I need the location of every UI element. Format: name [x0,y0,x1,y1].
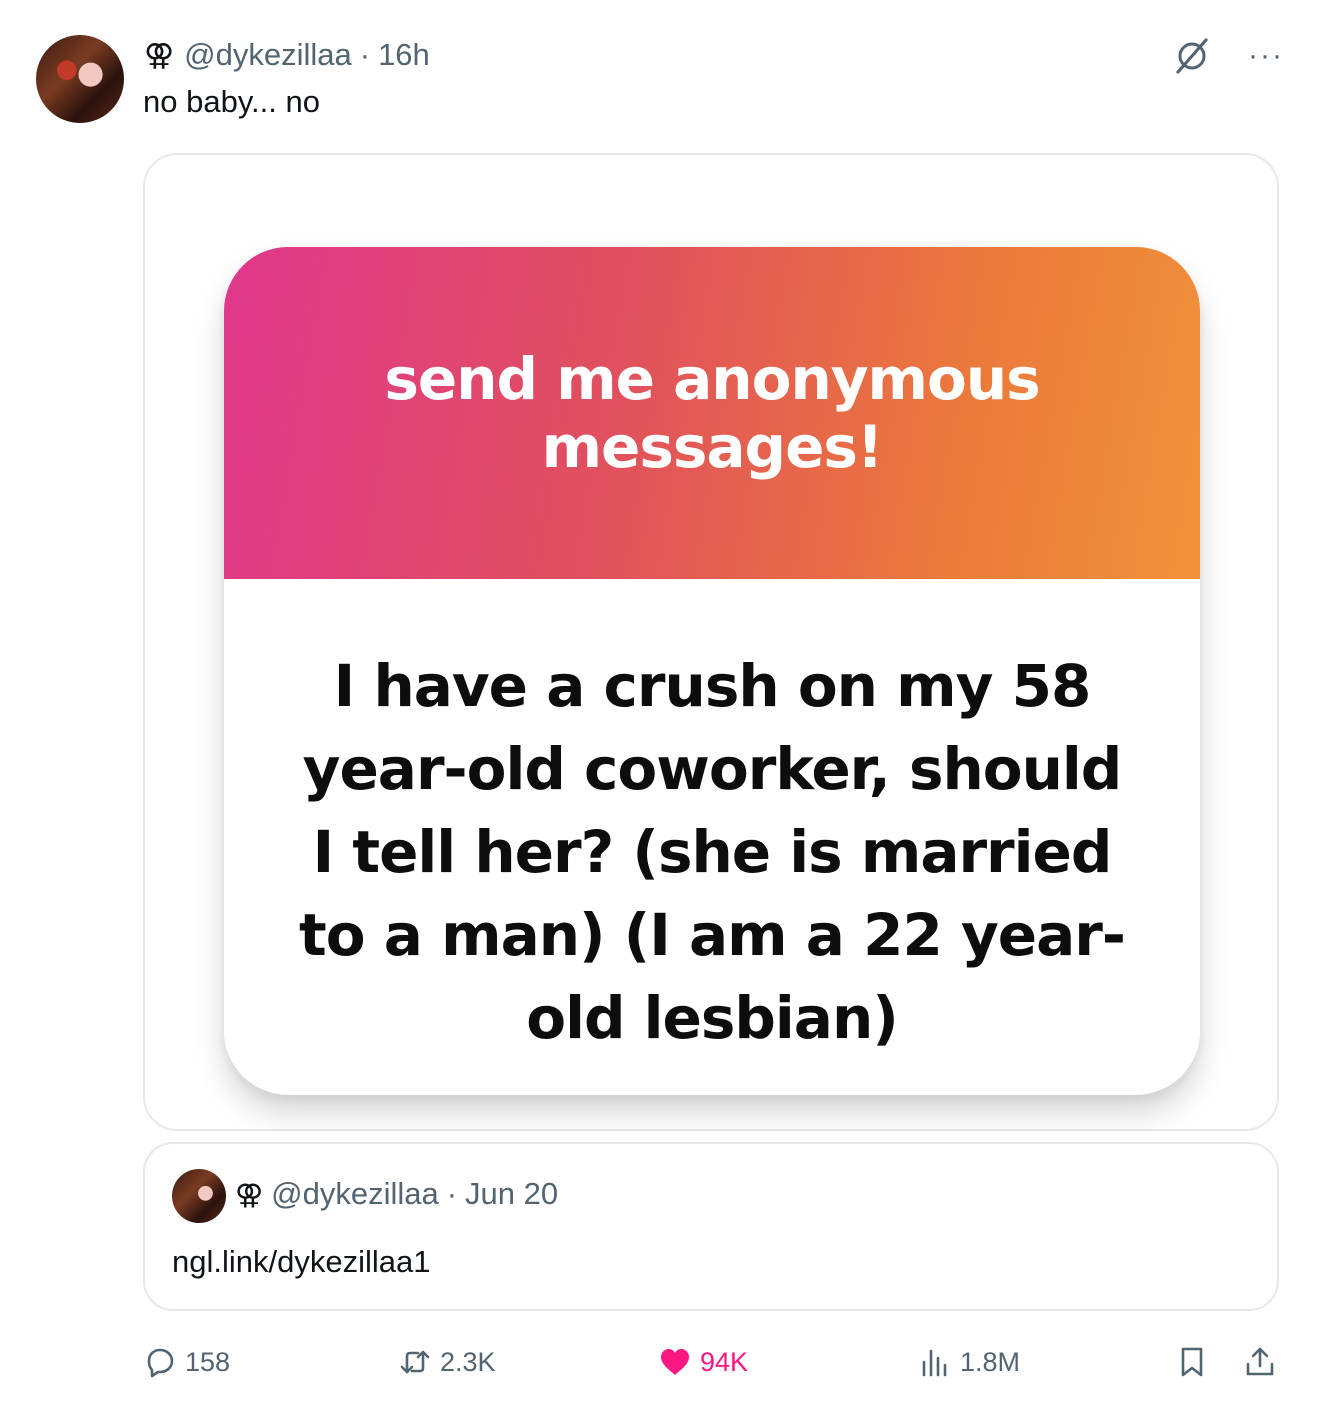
quote-header: ⚢ @dykezillaa · Jun 20 [235,1176,558,1212]
grok-icon[interactable] [1172,36,1212,76]
repost-icon [400,1350,430,1374]
quote-avatar[interactable] [172,1169,226,1223]
separator-dot: · [359,37,371,72]
bookmark-button[interactable] [1175,1340,1209,1384]
ngl-message-text: I have a crush on my 58 year-old coworke… [299,652,1126,1052]
share-button[interactable] [1243,1340,1277,1384]
like-button[interactable]: 94K [658,1340,748,1384]
heart-icon [661,1349,689,1375]
share-icon [1246,1347,1274,1376]
like-count: 94K [700,1346,749,1377]
tweet-header: ⚢ @dykezillaa · 16h [144,34,430,76]
tweet[interactable]: ⚢ @dykezillaa · 16h ··· no baby... no se… [0,0,1324,1416]
tweet-text: no baby... no [143,84,320,119]
views-button[interactable]: 1.8M [918,1340,1020,1384]
repost-button[interactable]: 2.3K [398,1340,496,1384]
quote-author-handle[interactable]: @dykezillaa [271,1176,439,1212]
reply-count: 158 [185,1346,231,1377]
quote-date[interactable]: Jun 20 [465,1176,558,1212]
separator-dot: · [446,1176,458,1211]
lesbian-symbol-icon: ⚢ [144,38,175,72]
ngl-banner-title: send me anonymous messages! [384,345,1040,481]
tweet-top-actions: ··· [1172,36,1284,76]
repost-count: 2.3K [440,1346,496,1377]
views-icon [922,1349,947,1377]
bookmark-icon [1181,1347,1203,1377]
reply-button[interactable]: 158 [143,1340,230,1384]
avatar[interactable] [36,35,124,123]
more-options-icon[interactable]: ··· [1248,36,1284,76]
reply-icon [147,1348,174,1378]
ngl-banner: send me anonymous messages! [224,247,1200,579]
lesbian-symbol-icon: ⚢ [235,1178,264,1210]
quoted-tweet[interactable]: ⚢ @dykezillaa · Jun 20 ngl.link/dykezill… [143,1142,1279,1311]
views-count: 1.8M [960,1346,1021,1377]
action-bar: 158 2.3K 94K 1.8M [143,1340,1283,1384]
quote-text: ngl.link/dykezillaa1 [172,1244,431,1279]
author-handle[interactable]: @dykezillaa [184,37,352,73]
ngl-message-card[interactable]: send me anonymous messages! I have a cru… [224,247,1200,1095]
tweet-time[interactable]: 16h [378,37,430,73]
